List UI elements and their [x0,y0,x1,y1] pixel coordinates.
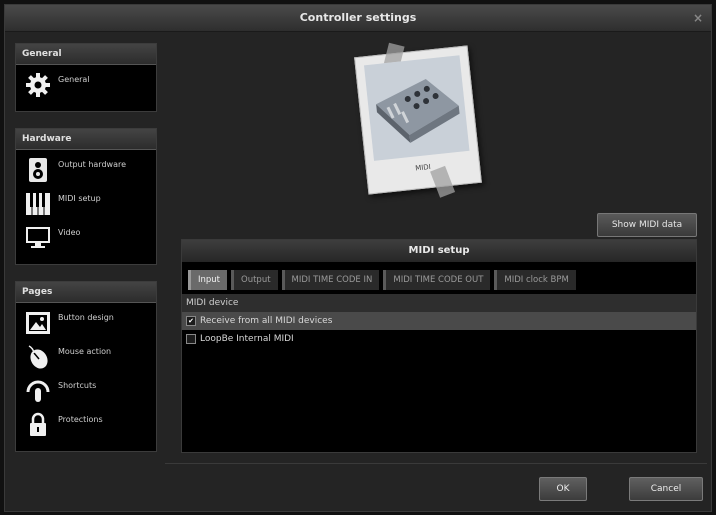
device-label: LoopBe Internal MIDI [200,334,294,344]
midi-tabs: Input Output MIDI TIME CODE IN MIDI TIME… [182,262,696,290]
touch-icon [24,377,52,405]
list-item[interactable]: ✔ Receive from all MIDI devices [182,312,696,330]
tab-output[interactable]: Output [231,270,278,290]
sidebar-item-label: Protections [58,415,103,424]
sidebar-item-label: Video [58,228,81,237]
lock-icon [24,411,52,439]
device-label: Receive from all MIDI devices [200,316,333,326]
midi-setup-title: MIDI setup [182,240,696,262]
piano-keys-icon [24,190,52,218]
list-item[interactable]: LoopBe Internal MIDI [182,330,696,348]
general-panel-title: General [16,44,156,65]
preview-caption: MIDI [414,162,432,173]
image-icon [24,309,52,337]
sidebar-item-label: Mouse action [58,347,112,356]
footer-divider [165,463,707,464]
main-content: MIDI Show MIDI data MIDI setup Input Out… [165,35,707,465]
gear-icon [24,71,52,99]
controller-settings-window: Controller settings × General General Ha… [4,4,712,512]
sidebar-item-label: MIDI setup [58,194,101,203]
ok-button[interactable]: OK [539,477,587,501]
show-midi-data-button[interactable]: Show MIDI data [597,213,697,237]
sidebar-item-label: Shortcuts [58,381,97,390]
general-panel: General General [15,43,157,112]
hardware-panel: Hardware Output hardware MIDI setup Vide… [15,128,157,265]
sidebar-item-label: Output hardware [58,160,127,169]
tab-midi-time-code-in[interactable]: MIDI TIME CODE IN [281,270,380,290]
sidebar-item-label: General [58,75,90,84]
midi-setup-panel: MIDI setup Input Output MIDI TIME CODE I… [181,239,697,453]
pages-panel: Pages Button design Mouse action Shortcu… [15,281,157,452]
sidebar-item-general[interactable]: General [24,71,148,99]
checkbox-checked[interactable]: ✔ [186,316,196,326]
sidebar-item-label: Button design [58,313,114,322]
title-bar: Controller settings × [5,5,711,32]
tab-input[interactable]: Input [188,270,228,290]
tab-midi-clock-bpm[interactable]: MIDI clock BPM [494,270,576,290]
sidebar-item-mouse-action[interactable]: Mouse action [24,343,148,371]
monitor-icon [24,224,52,252]
sidebar-item-protections[interactable]: Protections [24,411,148,439]
sidebar-item-video[interactable]: Video [24,224,148,252]
midi-device-column-header: MIDI device [182,294,696,312]
cancel-button[interactable]: Cancel [629,477,703,501]
sidebar-item-button-design[interactable]: Button design [24,309,148,337]
pages-panel-title: Pages [16,282,156,303]
checkbox-unchecked[interactable] [186,334,196,344]
hardware-panel-title: Hardware [16,129,156,150]
sidebar-item-output-hardware[interactable]: Output hardware [24,156,148,184]
midi-preview-photo: MIDI [354,42,482,198]
mouse-icon [24,343,52,371]
output-hardware-icon [24,156,52,184]
tab-midi-time-code-out[interactable]: MIDI TIME CODE OUT [383,270,491,290]
window-title: Controller settings [299,11,417,24]
close-icon[interactable]: × [693,5,703,31]
midi-controller-image [363,55,470,161]
sidebar-item-midi-setup[interactable]: MIDI setup [24,190,148,218]
sidebar-item-shortcuts[interactable]: Shortcuts [24,377,148,405]
sidebar: General General Hardware Output hardware… [15,43,157,468]
